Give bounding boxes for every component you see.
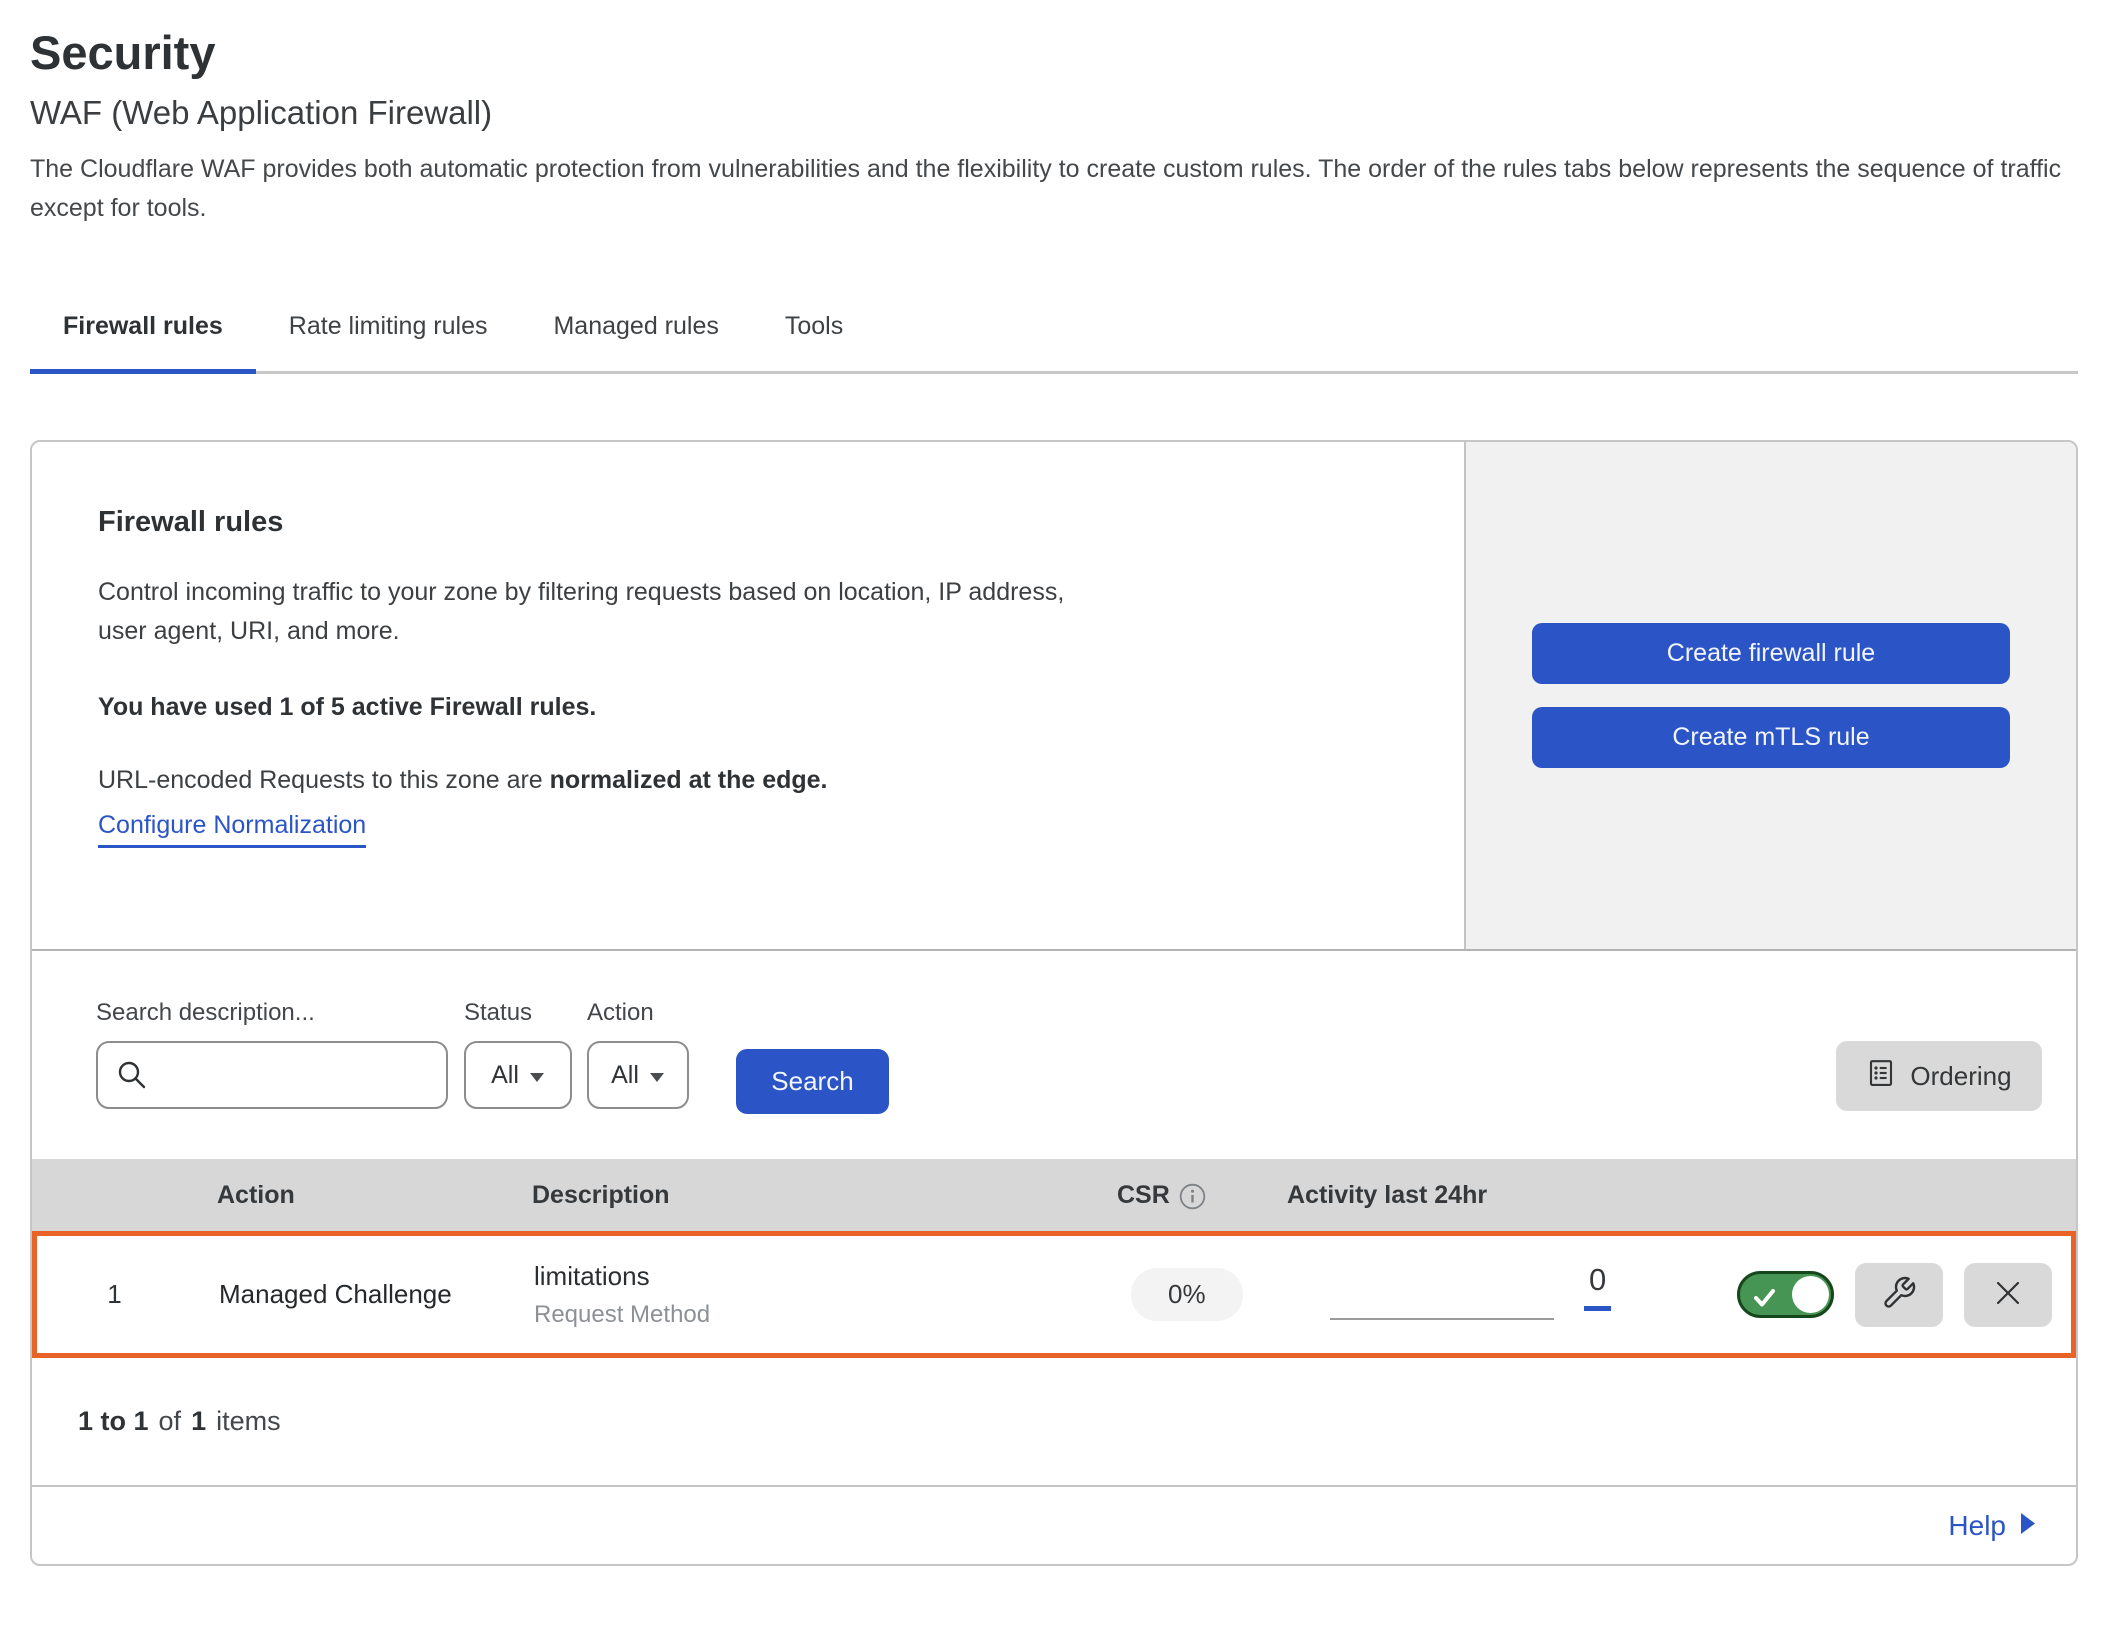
action-dropdown-value: All xyxy=(611,1061,639,1090)
actions-panel: Create firewall rule Create mTLS rule xyxy=(1464,442,2076,949)
filter-row: Search description... Status All Action xyxy=(32,951,2076,1159)
activity-count-link[interactable]: 0 xyxy=(1584,1262,1611,1311)
check-icon xyxy=(1753,1286,1776,1309)
status-dropdown[interactable]: All xyxy=(464,1041,572,1109)
card-top-section: Firewall rules Control incoming traffic … xyxy=(32,442,2076,951)
footer-range: 1 to 1 xyxy=(78,1406,149,1437)
table-footer: 1 to 1 of 1 items xyxy=(32,1358,2076,1485)
table-row: 1 Managed Challenge limitations Request … xyxy=(32,1231,2076,1358)
info-icon[interactable] xyxy=(1179,1183,1206,1210)
create-mtls-rule-button[interactable]: Create mTLS rule xyxy=(1532,707,2010,768)
row-index: 1 xyxy=(37,1279,192,1310)
help-row: Help xyxy=(32,1485,2076,1564)
footer-of: of xyxy=(159,1406,182,1437)
tab-managed-rules[interactable]: Managed rules xyxy=(520,300,751,371)
help-link[interactable]: Help xyxy=(1948,1510,2036,1542)
page-description: The Cloudflare WAF provides both automat… xyxy=(30,150,2078,228)
waf-tabbar: Firewall rules Rate limiting rules Manag… xyxy=(30,300,2078,374)
activity-sparkline xyxy=(1330,1318,1554,1320)
row-controls xyxy=(1722,1263,2071,1327)
security-waf-page: Security WAF (Web Application Firewall) … xyxy=(0,0,2114,1638)
edit-rule-button[interactable] xyxy=(1855,1263,1943,1327)
normalization-bold: normalized at the edge. xyxy=(550,766,828,794)
close-icon xyxy=(1991,1276,2025,1313)
tab-rate-limiting-rules[interactable]: Rate limiting rules xyxy=(256,300,521,371)
action-label: Action xyxy=(587,999,689,1027)
search-wrap xyxy=(96,1041,448,1109)
normalization-prefix: URL-encoded Requests to this zone are xyxy=(98,766,550,794)
list-icon xyxy=(1866,1058,1896,1095)
ordering-button-label: Ordering xyxy=(1910,1061,2011,1092)
action-dropdown[interactable]: All xyxy=(587,1041,689,1109)
tab-firewall-rules[interactable]: Firewall rules xyxy=(30,300,256,371)
card-heading: Firewall rules xyxy=(98,506,1404,539)
toggle-knob xyxy=(1792,1276,1829,1313)
ordering-button[interactable]: Ordering xyxy=(1836,1041,2042,1111)
csr-header-label: CSR xyxy=(1117,1181,1170,1210)
action-filter-group: Action All xyxy=(572,999,689,1109)
column-header-csr: CSR xyxy=(1097,1181,1287,1210)
column-header-action: Action xyxy=(187,1181,517,1210)
row-action: Managed Challenge xyxy=(192,1279,522,1310)
normalization-note: URL-encoded Requests to this zone are no… xyxy=(98,766,1404,795)
arrow-right-icon xyxy=(2019,1510,2036,1542)
row-description: limitations Request Method xyxy=(522,1261,1102,1329)
card-description: Control incoming traffic to your zone by… xyxy=(98,573,1068,651)
footer-total: 1 xyxy=(191,1406,206,1437)
table-header: Action Description CSR Activity last 24h… xyxy=(32,1159,2076,1231)
row-csr: 0% xyxy=(1102,1268,1292,1321)
firewall-rules-card: Firewall rules Control incoming traffic … xyxy=(30,440,2078,1566)
search-label: Search description... xyxy=(96,999,448,1027)
search-icon xyxy=(116,1059,148,1091)
page-title: Security xyxy=(30,26,2078,80)
search-button[interactable]: Search xyxy=(736,1049,889,1114)
create-firewall-rule-button[interactable]: Create firewall rule xyxy=(1532,623,2010,684)
column-header-activity: Activity last 24hr xyxy=(1287,1181,1717,1210)
chevron-down-icon xyxy=(649,1061,665,1090)
rule-name[interactable]: limitations xyxy=(534,1261,1102,1292)
search-input[interactable] xyxy=(96,1041,448,1109)
page-subtitle: WAF (Web Application Firewall) xyxy=(30,92,2078,134)
wrench-icon xyxy=(1881,1275,1917,1314)
status-label: Status xyxy=(464,999,572,1027)
column-header-description: Description xyxy=(517,1181,1097,1210)
usage-summary: You have used 1 of 5 active Firewall rul… xyxy=(98,693,1404,722)
configure-normalization-link[interactable]: Configure Normalization xyxy=(98,811,366,848)
chevron-down-icon xyxy=(529,1061,545,1090)
firewall-rules-info: Firewall rules Control incoming traffic … xyxy=(32,442,1464,949)
tab-tools[interactable]: Tools xyxy=(752,300,876,371)
delete-rule-button[interactable] xyxy=(1964,1263,2052,1327)
status-dropdown-value: All xyxy=(491,1061,519,1090)
status-filter-group: Status All xyxy=(448,999,572,1109)
rule-enabled-toggle[interactable] xyxy=(1737,1271,1834,1318)
csr-badge: 0% xyxy=(1131,1268,1243,1321)
row-activity: 0 xyxy=(1292,1236,1722,1353)
help-link-label: Help xyxy=(1948,1510,2006,1542)
footer-items: items xyxy=(216,1406,281,1437)
rule-expression: Request Method xyxy=(534,1301,1102,1329)
search-group: Search description... xyxy=(96,999,448,1109)
